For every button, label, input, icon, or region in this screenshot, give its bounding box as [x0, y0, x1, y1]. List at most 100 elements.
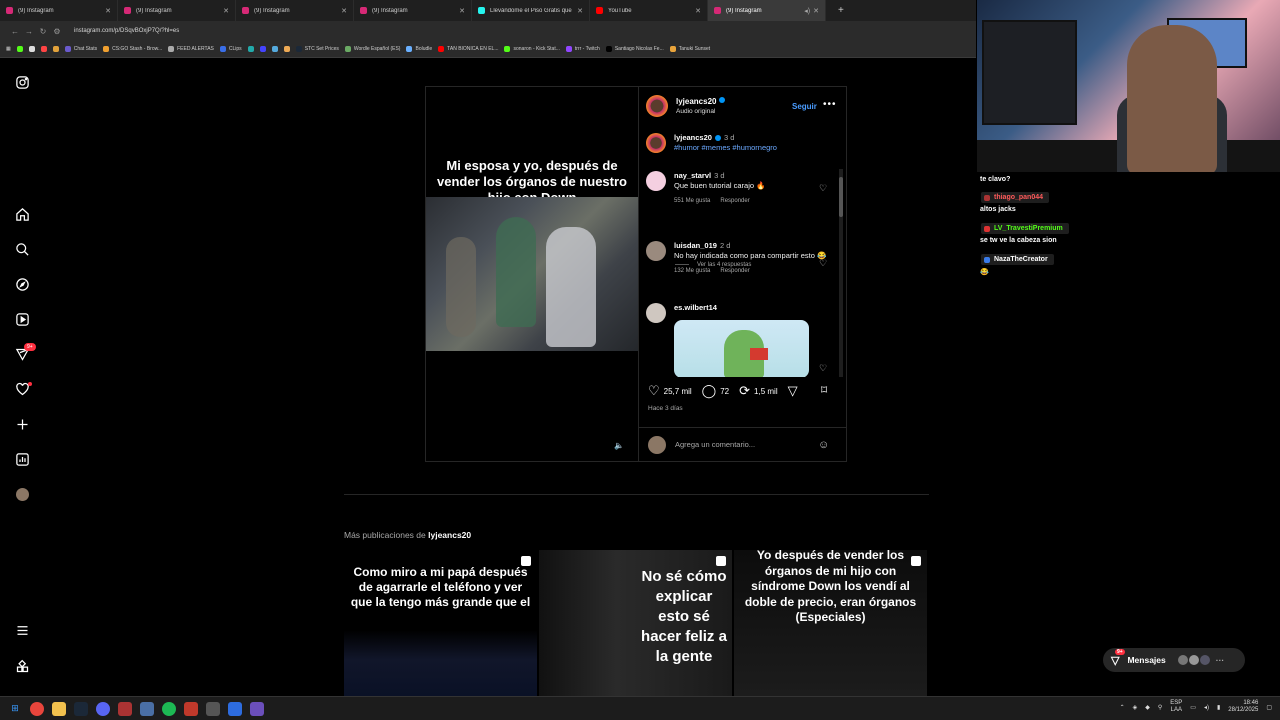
app-icon[interactable]: [250, 701, 264, 716]
more-posts-author[interactable]: lyjeancs20: [428, 530, 471, 540]
network-icon[interactable]: ▭: [1190, 704, 1196, 711]
volume-icon[interactable]: ◂): [1204, 704, 1209, 711]
follow-button[interactable]: Seguir: [792, 102, 817, 111]
save-bookmark-icon[interactable]: ⌑: [821, 383, 827, 397]
video-frame[interactable]: [426, 197, 638, 351]
bookmark-icon[interactable]: [283, 46, 290, 52]
bookmark-icon[interactable]: [247, 46, 254, 52]
close-tab-icon[interactable]: ✕: [695, 7, 701, 15]
close-tab-icon[interactable]: ✕: [105, 7, 111, 15]
browser-tab[interactable]: (9) Instagram ✕: [0, 0, 118, 21]
bookmark-icon[interactable]: [259, 46, 266, 52]
bookmark-item[interactable]: Tanuki Sunset: [669, 46, 710, 52]
app-icon[interactable]: [184, 701, 198, 716]
app-icon[interactable]: [118, 701, 132, 716]
close-tab-icon[interactable]: ✕: [223, 7, 229, 15]
bookmark-item[interactable]: FEED ALERTAS: [168, 46, 214, 52]
explore-icon[interactable]: [14, 276, 31, 293]
commenter-avatar[interactable]: [646, 171, 666, 191]
commenter-avatar[interactable]: [646, 241, 666, 261]
more-options-icon[interactable]: •••: [823, 99, 837, 110]
language-indicator[interactable]: ESP LAA: [1170, 700, 1182, 714]
reply-button[interactable]: Responder: [720, 268, 749, 274]
comment-username[interactable]: nay_starvl: [674, 171, 711, 180]
tray-app-icon[interactable]: ◈: [1133, 704, 1138, 711]
new-tab-icon[interactable]: +: [838, 5, 844, 16]
forward-icon[interactable]: →: [22, 27, 36, 36]
bookmark-item[interactable]: TAN BIONICA EN EL...: [438, 46, 498, 52]
file-explorer-icon[interactable]: [52, 701, 66, 716]
notifications-icon[interactable]: ▢: [1266, 704, 1272, 711]
more-dots-icon[interactable]: ···: [1216, 655, 1225, 665]
bookmark-item[interactable]: CS:GO Stash - Brow...: [103, 46, 162, 52]
like-comment-heart-icon[interactable]: ♡: [819, 183, 827, 194]
bookmark-icon[interactable]: [52, 46, 59, 52]
spotify-icon[interactable]: [162, 701, 176, 716]
usb-icon[interactable]: ⚲: [1158, 704, 1162, 711]
comment-username[interactable]: luisdan_019: [674, 241, 717, 250]
close-tab-icon[interactable]: ✕: [577, 7, 583, 15]
bookmark-icon[interactable]: [271, 46, 278, 52]
close-tab-icon[interactable]: ✕: [341, 7, 347, 15]
volume-icon[interactable]: 🔈: [612, 439, 626, 453]
browser-tab[interactable]: YouTube ✕: [590, 0, 708, 21]
browser-tab[interactable]: Llevándome el Piso Gratis que ✕: [472, 0, 590, 21]
tray-app-icon[interactable]: ◆: [1145, 704, 1150, 711]
comment-button[interactable]: ◯ 72: [702, 383, 729, 399]
bookmark-item[interactable]: Boludle: [406, 46, 432, 52]
bookmark-item[interactable]: Santiago Nicolas Fe...: [605, 46, 664, 52]
steam-icon[interactable]: [74, 701, 88, 716]
close-tab-icon[interactable]: ✕: [459, 7, 465, 15]
back-icon[interactable]: ←: [8, 27, 22, 36]
app-icon[interactable]: [206, 701, 220, 716]
like-comment-heart-icon[interactable]: ♡: [819, 258, 827, 269]
share-button[interactable]: ▽: [788, 383, 802, 399]
comment-input[interactable]: Agrega un comentario...: [675, 440, 755, 449]
comment-likes[interactable]: 132 Me gusta: [674, 268, 710, 274]
emoji-icon[interactable]: ☺: [818, 439, 829, 451]
audio-label[interactable]: Audio original: [676, 107, 725, 117]
apps-icon[interactable]: ▦: [6, 46, 11, 52]
threads-apps-icon[interactable]: [14, 658, 31, 675]
search-icon[interactable]: [14, 241, 31, 258]
comment-likes[interactable]: 551 Me gusta: [674, 198, 710, 204]
post-thumbnail[interactable]: No sé cómo explicar esto sé hacer feliz …: [539, 550, 732, 696]
windows-start-icon[interactable]: ⊞: [8, 702, 22, 716]
post-media[interactable]: Mi esposa y yo, después de vender los ór…: [426, 87, 638, 461]
reload-icon[interactable]: ↻: [36, 27, 50, 36]
dashboard-icon[interactable]: [14, 451, 31, 468]
clock[interactable]: 18:46 28/12/2025: [1228, 700, 1258, 714]
comments-scrollbar[interactable]: [839, 169, 843, 377]
like-comment-heart-icon[interactable]: ♡: [819, 363, 827, 374]
comment-gif-image[interactable]: [674, 320, 809, 377]
author-avatar[interactable]: [646, 95, 668, 117]
browser-tab[interactable]: (9) Instagram ✕: [236, 0, 354, 21]
repost-button[interactable]: ⟳ 1,5 mil: [739, 383, 777, 399]
browser-tab[interactable]: (9) Instagram ✕: [354, 0, 472, 21]
commenter-avatar[interactable]: [646, 133, 666, 153]
comment-username[interactable]: es.wilbert14: [674, 303, 717, 312]
create-plus-icon[interactable]: [14, 416, 31, 433]
bookmark-item[interactable]: trrr - Twitch: [565, 46, 600, 52]
bookmark-icon[interactable]: [16, 46, 23, 52]
app-icon[interactable]: [140, 701, 154, 716]
tray-overflow-icon[interactable]: ⌃: [1120, 704, 1125, 711]
profile-avatar-icon[interactable]: [14, 486, 31, 503]
mute-tab-icon[interactable]: ◂): [804, 7, 810, 15]
author-username[interactable]: lyjeancs20: [676, 97, 716, 106]
reply-button[interactable]: Responder: [720, 198, 749, 204]
commenter-avatar[interactable]: [646, 303, 666, 323]
post-thumbnail[interactable]: Yo después de vender los órganos de mi h…: [734, 550, 927, 696]
bookmark-item[interactable]: STC Set Prices: [295, 46, 339, 52]
site-info-icon[interactable]: ⚙: [50, 27, 64, 36]
chrome-icon[interactable]: [30, 701, 44, 716]
home-icon[interactable]: [14, 206, 31, 223]
instagram-logo-icon[interactable]: [14, 74, 31, 91]
url-input[interactable]: instagram.com/p/DSqvBOxjP7Q/?hl=es: [74, 28, 179, 34]
bookmark-item[interactable]: sonaron - Kick Stat...: [504, 46, 560, 52]
bookmark-icon[interactable]: [40, 46, 47, 52]
bookmark-item[interactable]: Wordle Español (ES): [344, 46, 400, 52]
bookmark-item[interactable]: Chat Stats: [64, 46, 97, 52]
bookmark-icon[interactable]: [28, 46, 35, 52]
battery-icon[interactable]: ▮: [1217, 704, 1220, 711]
